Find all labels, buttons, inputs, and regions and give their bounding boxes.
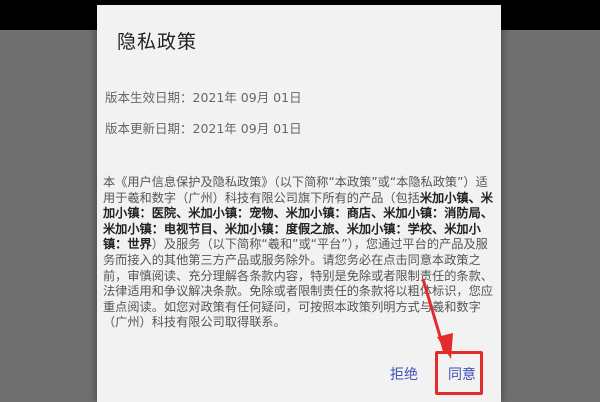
effective-date: 版本生效日期：2021年 09月 01日 bbox=[105, 90, 302, 105]
pointer-arrow-icon bbox=[421, 278, 453, 359]
reject-button[interactable]: 拒绝 bbox=[390, 364, 418, 384]
dialog-title: 隐私政策 bbox=[117, 31, 198, 53]
update-date: 版本更新日期：2021年 09月 01日 bbox=[105, 121, 302, 136]
